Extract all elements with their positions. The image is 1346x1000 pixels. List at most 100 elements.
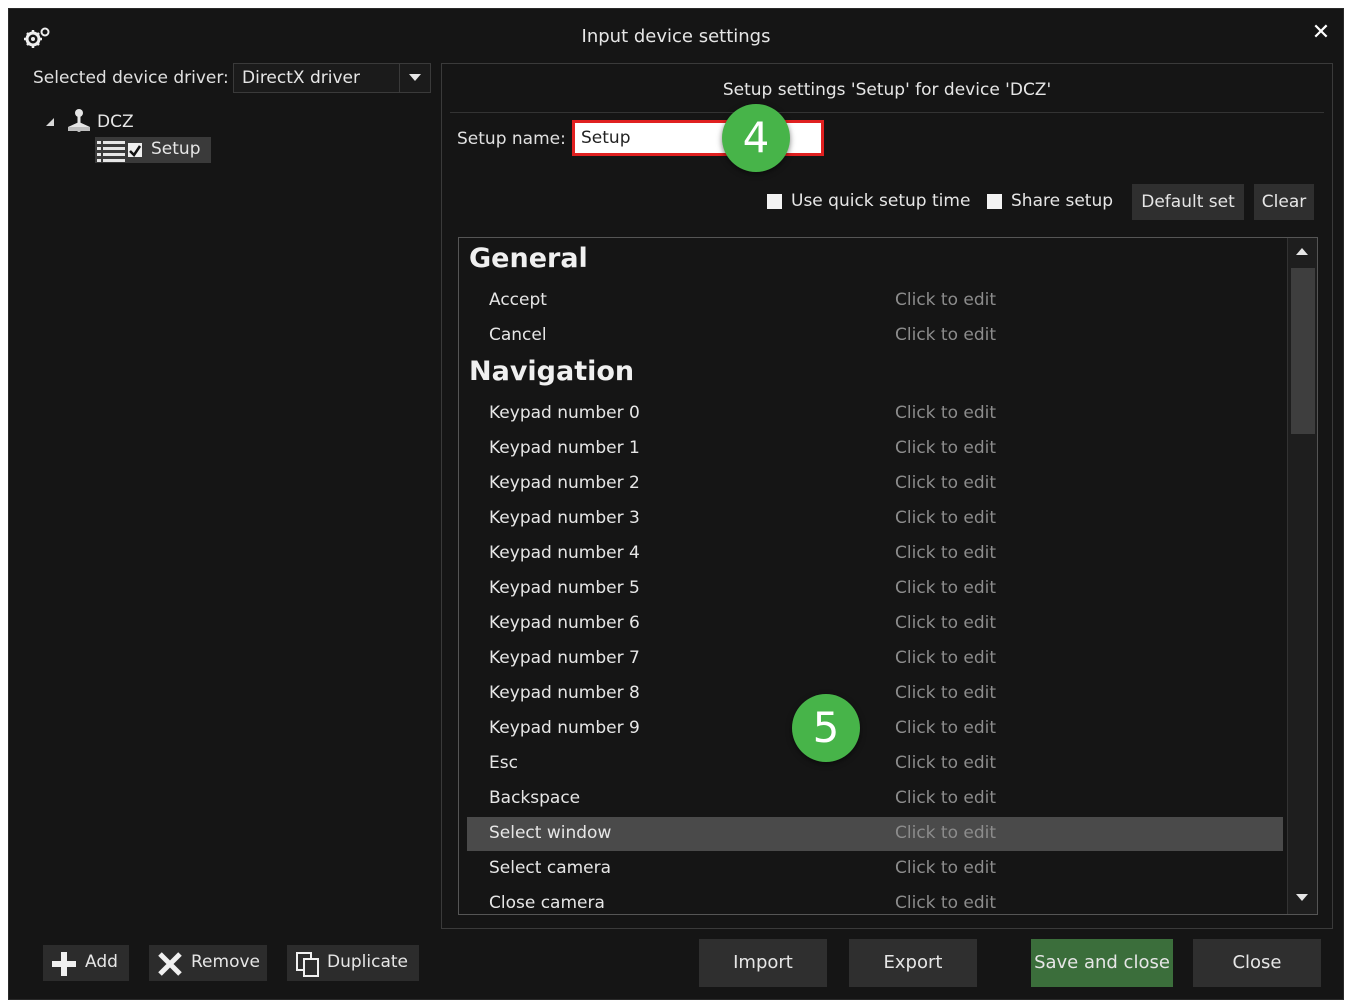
binding-name: Esc <box>489 753 518 773</box>
export-button[interactable]: Export <box>849 939 977 987</box>
list-item[interactable]: Accept Click to edit <box>467 284 1283 318</box>
binding-name: Close camera <box>489 893 605 913</box>
binding-name: Keypad number 4 <box>489 543 640 563</box>
panel-header-title: Setup settings 'Setup' for device 'DCZ' <box>722 80 1052 100</box>
bindings-list: General Accept Click to edit Cancel Clic… <box>458 237 1318 915</box>
copy-icon <box>296 952 319 977</box>
input-device-settings-window: Input device settings ✕ Selected device … <box>8 8 1344 1000</box>
list-item[interactable]: Keypad number 1 Click to edit <box>467 432 1283 466</box>
list-item[interactable]: Keypad number 8 Click to edit <box>467 677 1283 711</box>
binding-name: Select camera <box>489 858 612 878</box>
section-navigation-heading: Navigation <box>469 356 635 387</box>
list-item-selected[interactable]: Select window Click to edit <box>467 817 1283 851</box>
list-scrollbar[interactable] <box>1287 238 1317 914</box>
scroll-down-button[interactable] <box>1288 884 1317 914</box>
binding-value[interactable]: Click to edit <box>895 578 996 598</box>
window-title: Input device settings <box>581 26 771 47</box>
binding-name: Keypad number 8 <box>489 683 640 703</box>
list-item[interactable]: Cancel Click to edit <box>467 319 1283 353</box>
save-and-close-button[interactable]: Save and close <box>1031 939 1173 987</box>
tree-item-device[interactable]: DCZ <box>97 112 134 132</box>
binding-name: Keypad number 7 <box>489 648 640 668</box>
binding-name: Keypad number 2 <box>489 473 640 493</box>
binding-name: Accept <box>489 290 547 310</box>
list-item[interactable]: Keypad number 7 Click to edit <box>467 642 1283 676</box>
close-button[interactable]: Close <box>1193 939 1321 987</box>
duplicate-button-label: Duplicate <box>327 952 408 972</box>
chevron-down-icon <box>409 74 421 81</box>
scroll-thumb[interactable] <box>1291 268 1315 434</box>
panel-header: Setup settings 'Setup' for device 'DCZ' <box>450 64 1324 113</box>
binding-value[interactable]: Click to edit <box>895 290 996 310</box>
binding-name: Keypad number 6 <box>489 613 640 633</box>
list-item[interactable]: Close camera Click to edit <box>467 887 1283 914</box>
list-item[interactable]: Keypad number 5 Click to edit <box>467 572 1283 606</box>
use-quick-setup-time-checkbox[interactable] <box>767 194 782 209</box>
driver-label: Selected device driver: <box>33 68 229 88</box>
binding-name: Keypad number 0 <box>489 403 640 423</box>
binding-value[interactable]: Click to edit <box>895 718 996 738</box>
tree-item-setup[interactable]: Setup <box>95 137 211 163</box>
check-icon <box>129 145 142 157</box>
list-icon <box>97 141 125 162</box>
title-bar: Input device settings ✕ <box>9 9 1343 61</box>
remove-button-label: Remove <box>191 952 260 972</box>
binding-value[interactable]: Click to edit <box>895 648 996 668</box>
binding-value[interactable]: Click to edit <box>895 543 996 563</box>
list-item[interactable]: Keypad number 4 Click to edit <box>467 537 1283 571</box>
import-button[interactable]: Import <box>699 939 827 987</box>
list-item[interactable]: Keypad number 6 Click to edit <box>467 607 1283 641</box>
binding-value[interactable]: Click to edit <box>895 325 996 345</box>
binding-name: Keypad number 9 <box>489 718 640 738</box>
binding-value[interactable]: Click to edit <box>895 858 996 878</box>
binding-name: Keypad number 1 <box>489 438 640 458</box>
expand-arrow-icon[interactable] <box>45 117 55 127</box>
list-item[interactable]: Keypad number 2 Click to edit <box>467 467 1283 501</box>
list-item[interactable]: Keypad number 3 Click to edit <box>467 502 1283 536</box>
binding-name: Keypad number 5 <box>489 578 640 598</box>
setup-checkbox[interactable] <box>128 143 142 157</box>
section-general-heading: General <box>469 243 588 274</box>
step-badge-4: 4 <box>722 104 790 172</box>
binding-value[interactable]: Click to edit <box>895 753 996 773</box>
binding-value[interactable]: Click to edit <box>895 683 996 703</box>
step-badge-5: 5 <box>792 694 860 762</box>
x-icon <box>158 952 182 976</box>
tree-item-setup-label: Setup <box>151 139 201 159</box>
dropdown-button[interactable] <box>399 64 430 92</box>
list-item[interactable]: Backspace Click to edit <box>467 782 1283 816</box>
driver-select-value: DirectX driver <box>242 68 360 88</box>
clear-button[interactable]: Clear <box>1254 184 1314 220</box>
binding-value[interactable]: Click to edit <box>895 473 996 493</box>
arrow-down-icon <box>1296 894 1308 901</box>
close-window-button[interactable]: ✕ <box>1309 21 1333 45</box>
binding-value[interactable]: Click to edit <box>895 508 996 528</box>
binding-value[interactable]: Click to edit <box>895 788 996 808</box>
driver-select[interactable]: DirectX driver <box>233 63 431 93</box>
default-set-button[interactable]: Default set <box>1132 184 1244 220</box>
binding-name: Backspace <box>489 788 581 808</box>
binding-name: Keypad number 3 <box>489 508 640 528</box>
setup-name-label: Setup name: <box>457 129 566 149</box>
setup-settings-panel: Setup settings 'Setup' for device 'DCZ' … <box>441 63 1333 929</box>
binding-value[interactable]: Click to edit <box>895 823 996 843</box>
add-button-label: Add <box>85 952 118 972</box>
list-item[interactable]: Keypad number 0 Click to edit <box>467 397 1283 431</box>
list-item[interactable]: Keypad number 9 Click to edit <box>467 712 1283 746</box>
binding-value[interactable]: Click to edit <box>895 613 996 633</box>
list-item[interactable]: Select camera Click to edit <box>467 852 1283 886</box>
binding-value[interactable]: Click to edit <box>895 438 996 458</box>
joystick-icon <box>68 109 90 132</box>
arrow-up-icon <box>1296 248 1308 255</box>
list-item[interactable]: Esc Click to edit <box>467 747 1283 781</box>
binding-value[interactable]: Click to edit <box>895 403 996 423</box>
remove-button[interactable]: Remove <box>149 945 267 981</box>
plus-icon <box>52 952 76 976</box>
binding-value[interactable]: Click to edit <box>895 893 996 913</box>
duplicate-button[interactable]: Duplicate <box>287 945 419 981</box>
add-button[interactable]: Add <box>43 945 129 981</box>
share-setup-label: Share setup <box>1011 191 1114 211</box>
share-setup-checkbox[interactable] <box>987 194 1002 209</box>
scroll-up-button[interactable] <box>1288 238 1317 268</box>
use-quick-setup-time-label: Use quick setup time <box>791 191 971 211</box>
